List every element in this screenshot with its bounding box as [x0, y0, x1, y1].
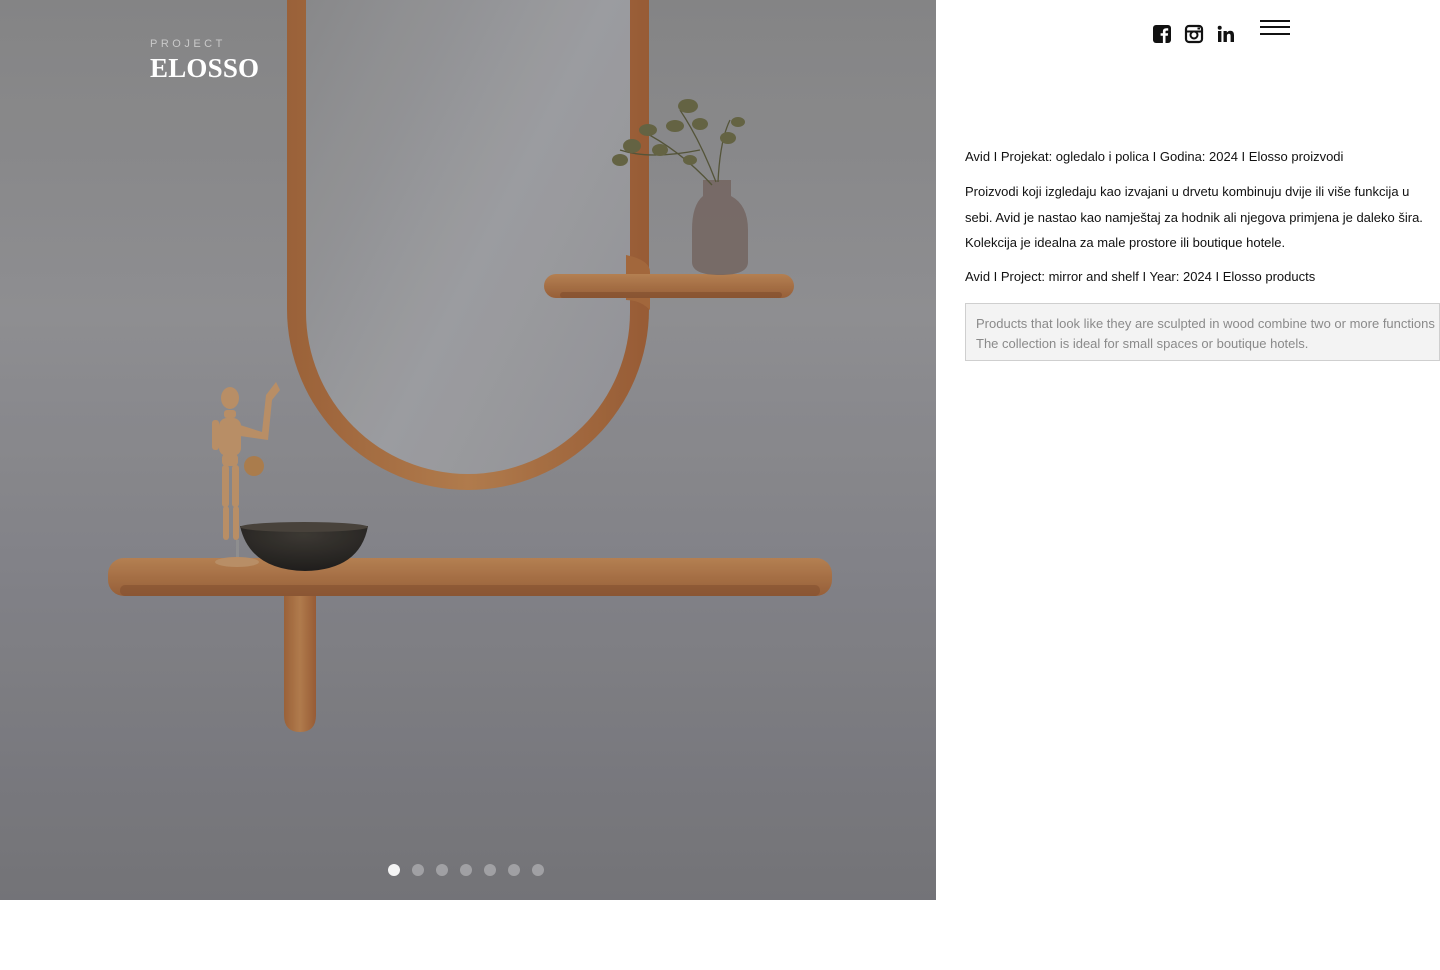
hero-overlay — [0, 0, 936, 900]
text-line: Proizvodi koji izgledaju kao izvajani u … — [965, 184, 1410, 199]
slider-dot[interactable] — [460, 864, 472, 876]
slider-dot[interactable] — [412, 864, 424, 876]
project-meta-en: Avid I Project: mirror and shelf I Year:… — [965, 268, 1316, 284]
project-description: Avid I Projekat: ogledalo i polica I God… — [965, 146, 1440, 288]
facebook-icon[interactable] — [1152, 24, 1172, 44]
text-line: The collection is ideal for small spaces… — [976, 336, 1309, 351]
info-panel: Avid I Projekat: ogledalo i polica I God… — [936, 0, 1440, 970]
social-links — [1152, 24, 1236, 44]
brand[interactable]: PROJECT ELOSSO — [150, 38, 259, 84]
text-line: Kolekcija je idealna za male prostore il… — [965, 235, 1286, 250]
project-text-hr: Proizvodi koji izgledaju kao izvajani u … — [965, 179, 1440, 256]
english-description-field[interactable]: Products that look like they are sculpte… — [965, 303, 1440, 361]
hamburger-menu-icon[interactable] — [1260, 19, 1290, 37]
slider-pagination — [388, 864, 544, 876]
linkedin-icon[interactable] — [1216, 24, 1236, 44]
slider-dot[interactable] — [436, 864, 448, 876]
slider-dot[interactable] — [508, 864, 520, 876]
brand-kicker: PROJECT — [150, 38, 226, 50]
slider-dot[interactable] — [388, 864, 400, 876]
slider-dot[interactable] — [532, 864, 544, 876]
hero-slideshow[interactable]: PROJECT ELOSSO — [0, 0, 936, 900]
project-meta-hr: Avid I Projekat: ogledalo i polica I God… — [965, 149, 1344, 164]
slider-dot[interactable] — [484, 864, 496, 876]
text-line: sebi. Avid je nastao kao namještaj za ho… — [965, 209, 1423, 225]
text-line: Products that look like they are sculpte… — [976, 316, 1435, 331]
page: PROJECT ELOSSO Avid I Projekat: ogledalo… — [0, 0, 1440, 970]
instagram-icon[interactable] — [1184, 24, 1204, 44]
brand-title[interactable]: ELOSSO — [150, 53, 259, 84]
